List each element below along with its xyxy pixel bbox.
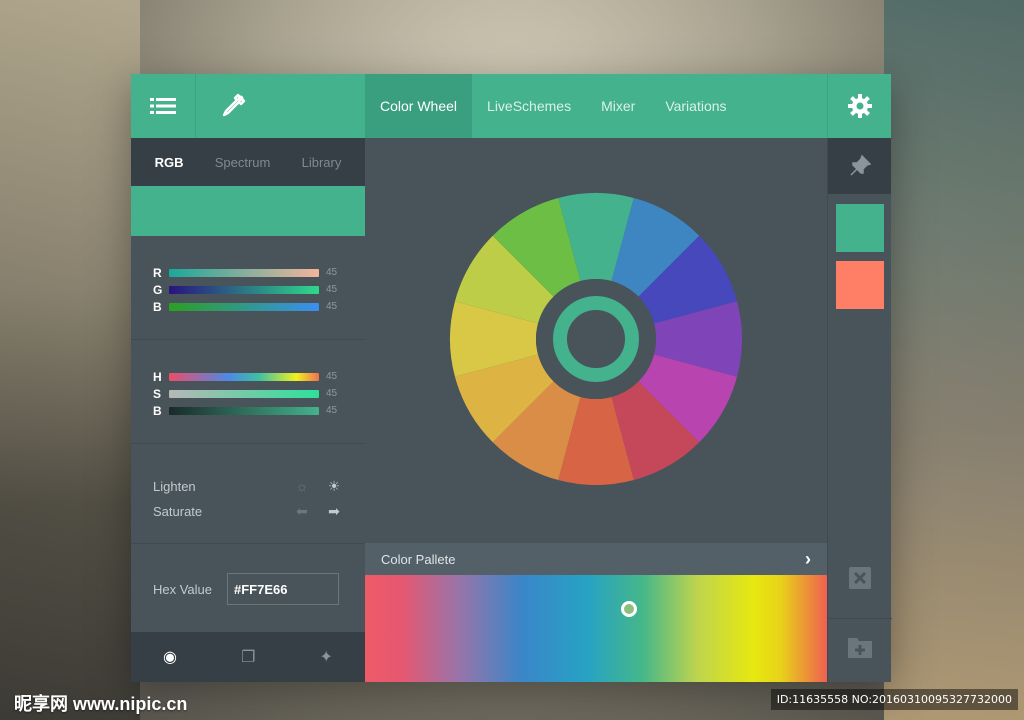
pallete-header[interactable]: Color Pallete › [365, 543, 827, 575]
slider-h-label: H [153, 369, 162, 384]
background-left [0, 0, 140, 720]
copy-icon[interactable]: ❐ [241, 647, 255, 667]
saturate-label: Saturate [153, 504, 203, 519]
hex-input[interactable]: #FF7E66 [227, 573, 339, 605]
pin-button[interactable] [828, 138, 891, 194]
adjust-section: Lighten ☼ ☀ Saturate ⬅ ➡ [131, 444, 365, 544]
gear-icon [847, 94, 872, 118]
subtab-spectrum[interactable]: Spectrum [215, 155, 271, 170]
folder-add-icon [848, 637, 872, 658]
globe-icon[interactable]: ◉ [163, 647, 177, 667]
slider-s: S 45 [153, 385, 365, 402]
slider-r-value: 45 [326, 267, 338, 278]
slider-g-value: 45 [326, 284, 338, 295]
slider-g: G 45 [153, 281, 365, 298]
slider-h: H 45 [153, 368, 365, 385]
left-panel: RGB Spectrum Library R 45 G 45 B 45 H 45… [131, 138, 365, 682]
hex-label: Hex Value [153, 581, 213, 597]
slider-h-track[interactable] [169, 372, 319, 381]
tab-color-wheel[interactable]: Color Wheel [365, 74, 473, 138]
slider-r: R 45 [153, 264, 365, 281]
lighten-row: Lighten ☼ ☀ [153, 474, 343, 499]
pallete-picker-handle[interactable] [621, 601, 637, 617]
slider-s-track[interactable] [169, 389, 319, 398]
saved-swatch-2[interactable] [836, 261, 884, 309]
main-tabs: Color Wheel LiveSchemes Mixer Variations [365, 74, 742, 138]
saturate-row: Saturate ⬅ ➡ [153, 499, 343, 524]
lighten-icon[interactable]: ☀ [325, 478, 343, 495]
rgb-sliders: R 45 G 45 B 45 [131, 236, 365, 340]
settings-button[interactable] [827, 74, 891, 138]
slider-b-label: B [153, 299, 162, 314]
right-strip [827, 138, 892, 682]
background-right [884, 0, 1024, 720]
watermark-left: 昵享网 www.nipic.cn [14, 694, 188, 714]
slider-b: B 45 [153, 298, 365, 315]
pallete-gradient[interactable] [365, 575, 827, 682]
hex-row: Hex Value #FF7E66 [131, 544, 365, 634]
slider-b-value: 45 [326, 301, 338, 312]
slider-r-track[interactable] [169, 268, 319, 277]
tab-mixer[interactable]: Mixer [586, 74, 650, 138]
subtab-rgb[interactable]: RGB [155, 155, 184, 170]
arrow-right-icon[interactable]: ➡ [325, 503, 343, 520]
slider-s-value: 45 [326, 388, 338, 399]
eyedropper-icon [222, 93, 246, 117]
center-panel: Color Pallete › [365, 138, 827, 682]
slider-bright-label: B [153, 403, 162, 418]
slider-g-track[interactable] [169, 285, 319, 294]
close-box-icon [849, 567, 871, 589]
tab-variations[interactable]: Variations [650, 74, 741, 138]
current-color-swatch [131, 186, 365, 236]
color-app-window: Color Wheel LiveSchemes Mixer Variations [131, 74, 892, 682]
slider-h-value: 45 [326, 371, 338, 382]
pushpin-icon [849, 154, 871, 176]
slider-g-label: G [153, 282, 163, 297]
pallete-title: Color Pallete [381, 551, 456, 567]
saved-swatch-1[interactable] [836, 204, 884, 252]
mode-subtabs: RGB Spectrum Library [131, 138, 365, 186]
menu-icon [150, 98, 176, 114]
color-wheel[interactable] [449, 192, 743, 486]
hsb-sliders: H 45 S 45 B 45 [131, 340, 365, 444]
tab-liveschemes[interactable]: LiveSchemes [472, 74, 586, 138]
watermark-right: ID:11635558 NO:20160310095327732000 [770, 689, 1018, 710]
menu-button[interactable] [131, 74, 195, 138]
eyedropper-button[interactable] [195, 74, 365, 138]
remove-swatch-button[interactable] [828, 550, 892, 606]
slider-bright-track[interactable] [169, 406, 319, 415]
left-footer: ◉ ❐ ✦ [131, 632, 365, 682]
slider-s-label: S [153, 386, 162, 401]
slider-r-label: R [153, 265, 162, 280]
top-bar: Color Wheel LiveSchemes Mixer Variations [131, 74, 891, 138]
slider-bright-value: 45 [326, 405, 338, 416]
subtab-library[interactable]: Library [302, 155, 342, 170]
chevron-right-icon[interactable]: › [805, 549, 811, 570]
slider-bright: B 45 [153, 402, 365, 419]
darken-icon[interactable]: ☼ [293, 478, 311, 495]
add-folder-button[interactable] [828, 618, 892, 674]
arrow-left-icon[interactable]: ⬅ [293, 503, 311, 520]
slider-b-track[interactable] [169, 302, 319, 311]
pin-icon[interactable]: ✦ [320, 647, 333, 667]
lighten-label: Lighten [153, 479, 196, 494]
